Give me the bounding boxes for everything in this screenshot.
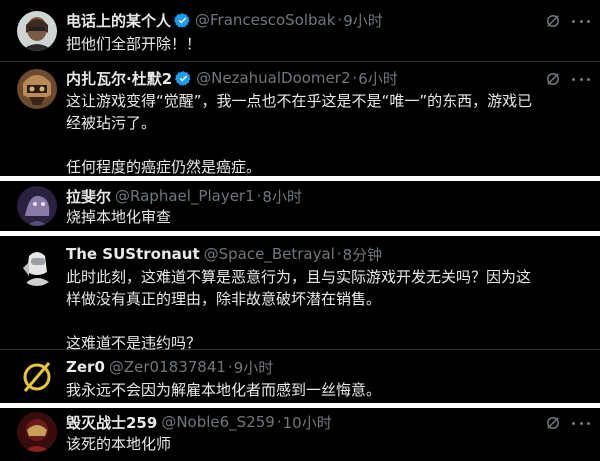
author-handle[interactable]: @Space_Betrayal <box>204 245 335 263</box>
post-time[interactable]: 9小时 <box>234 357 274 378</box>
separator-dot: · <box>352 69 358 87</box>
grok-icon[interactable] <box>544 12 562 30</box>
author-name[interactable]: 拉斐尔 <box>66 186 111 207</box>
author-name[interactable]: 毁灭战士259 <box>66 412 157 433</box>
post[interactable]: Zer0 @Zer01837841 · 9小时 我永远不会因为解雇本地化者而感到… <box>0 350 600 408</box>
avatar[interactable] <box>17 186 57 226</box>
separator-dot: · <box>336 245 342 263</box>
post-time[interactable]: 8小时 <box>262 186 302 207</box>
separator-dot: · <box>256 187 262 205</box>
avatar[interactable] <box>17 357 57 397</box>
post-time[interactable]: 6小时 <box>358 68 398 89</box>
post-time[interactable]: 8分钟 <box>343 244 383 265</box>
author-name[interactable]: 电话上的某个人 <box>66 10 171 31</box>
post-text: 把他们全部开除！！ <box>66 35 202 53</box>
post[interactable]: 拉斐尔 @Raphael_Player1 · 8小时 烧掉本地化审查 <box>0 181 600 236</box>
post[interactable]: 电话上的某个人 @FrancescoSolbak · 9小时 把他们全部开除！！ <box>0 0 600 62</box>
post-time[interactable]: 9小时 <box>343 10 383 31</box>
grok-icon[interactable] <box>544 414 562 432</box>
post-header: 内扎瓦尔·杜默2 @NezahualDoomer2 · 6小时 <box>66 68 398 88</box>
author-name[interactable]: Zer0 <box>66 358 105 376</box>
author-handle[interactable]: @Raphael_Player1 <box>115 187 255 205</box>
author-name[interactable]: 内扎瓦尔·杜默2 <box>66 68 172 89</box>
post-header: 电话上的某个人 @FrancescoSolbak · 9小时 <box>66 10 383 30</box>
separator-dot: · <box>227 358 233 376</box>
avatar[interactable] <box>17 412 57 452</box>
verified-badge-icon <box>174 12 190 28</box>
author-handle[interactable]: @NezahualDoomer2 <box>196 69 350 87</box>
author-name[interactable]: The SUStronaut <box>66 245 200 263</box>
more-options-icon[interactable] <box>572 70 590 88</box>
post[interactable]: 内扎瓦尔·杜默2 @NezahualDoomer2 · 6小时 这让游戏变得“觉… <box>0 62 600 181</box>
post-header: 拉斐尔 @Raphael_Player1 · 8小时 <box>66 186 302 206</box>
grok-icon[interactable] <box>544 70 562 88</box>
post-text: 烧掉本地化审查 <box>66 208 172 226</box>
post[interactable]: 毁灭战士259 @Noble6_S259 · 10小时 该死的本地化师 <box>0 408 600 461</box>
post-text: 该死的本地化师 <box>66 435 172 453</box>
avatar[interactable] <box>17 69 57 109</box>
post[interactable]: The SUStronaut @Space_Betrayal · 8分钟 此时此… <box>0 236 600 352</box>
more-options-icon[interactable] <box>572 12 590 30</box>
post-text: 此时此刻，这难道不算是恶意行为，且与实际游戏开发无关吗？因为这样做没有真正的理由… <box>66 268 532 352</box>
author-handle[interactable]: @Zer01837841 <box>109 358 226 376</box>
post-text: 这让游戏变得“觉醒”，我一点也不在乎这是不是“唯一”的东西，游戏已经被玷污了。 … <box>66 92 533 176</box>
separator-dot: · <box>337 11 343 29</box>
post-time[interactable]: 10小时 <box>283 412 332 433</box>
avatar[interactable] <box>17 246 57 286</box>
separator-dot: · <box>276 413 282 431</box>
post-header: The SUStronaut @Space_Betrayal · 8分钟 <box>66 244 382 264</box>
post-header: 毁灭战士259 @Noble6_S259 · 10小时 <box>66 412 332 432</box>
more-options-icon[interactable] <box>572 414 590 432</box>
author-handle[interactable]: @Noble6_S259 <box>161 413 275 431</box>
author-handle[interactable]: @FrancescoSolbak <box>195 11 335 29</box>
post-text: 我永远不会因为解雇本地化者而感到一丝悔意。 <box>66 381 382 399</box>
verified-badge-icon <box>175 70 191 86</box>
avatar[interactable] <box>17 11 57 51</box>
post-header: Zer0 @Zer01837841 · 9小时 <box>66 357 273 377</box>
